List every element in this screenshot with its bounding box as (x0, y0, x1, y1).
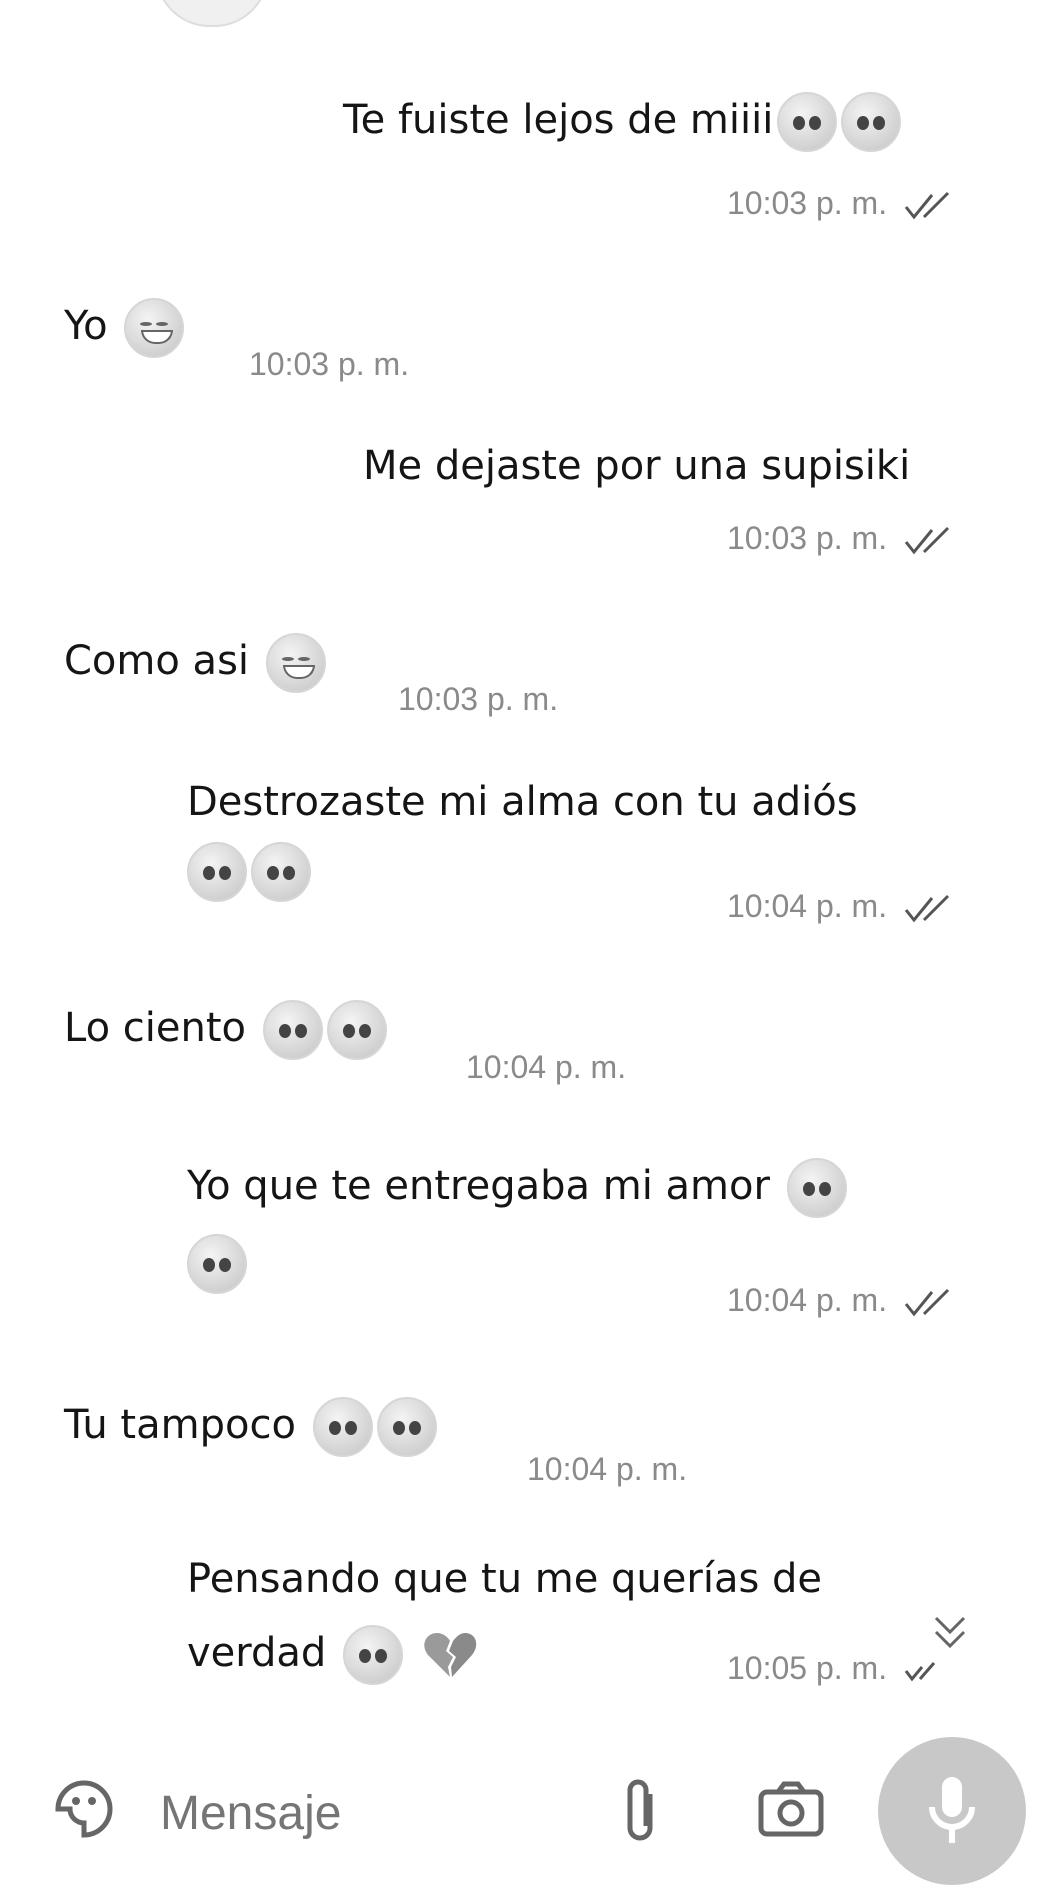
pleading-face-icon (786, 1158, 847, 1218)
message-in-4[interactable]: Tu tampoco (64, 1397, 437, 1457)
message-text: Tu tampoco (64, 1402, 296, 1448)
message-meta: 10:04 p. m. (727, 888, 954, 925)
face-rolling-eyes-icon (312, 1397, 373, 1457)
message-in-2[interactable]: Como asi (64, 633, 326, 693)
message-meta: 10:04 p. m. (727, 1282, 954, 1319)
crying-face-icon (251, 842, 311, 902)
message-time: 10:03 p. m. (727, 520, 888, 556)
message-in-1[interactable]: Yo (64, 298, 185, 358)
message-time: 10:05 p. m. (727, 1650, 888, 1686)
microphone-icon (929, 1777, 975, 1843)
message-in-3[interactable]: Lo ciento (64, 1000, 387, 1060)
camera-icon[interactable] (758, 1780, 824, 1838)
microphone-button[interactable] (878, 1737, 1026, 1885)
grinning-face-icon (124, 298, 185, 358)
message-emojis (183, 842, 311, 902)
grinning-sweat-face-icon (265, 633, 326, 693)
delivered-check-icon (904, 1661, 936, 1681)
message-out-3[interactable]: Destrozaste mi alma con tu adiós (187, 778, 858, 826)
message-time: 10:04 p. m. (727, 888, 888, 924)
double-check-icon (904, 1288, 950, 1316)
crying-face-icon (187, 1234, 247, 1294)
message-text-line2: verdad (187, 1630, 327, 1676)
face-rolling-eyes-icon (187, 842, 247, 902)
double-check-icon (904, 191, 950, 219)
message-out-1[interactable]: Te fuiste lejos de miiii (343, 92, 902, 152)
message-meta: 10:03 p. m. (727, 520, 954, 557)
sticker-icon[interactable] (52, 1777, 116, 1841)
message-emojis (183, 1234, 247, 1294)
message-text-line1: Pensando que tu me querías de (187, 1556, 823, 1602)
message-time: 10:03 p. m. (398, 681, 559, 717)
double-check-icon (904, 894, 950, 922)
message-text: Destrozaste mi alma con tu adiós (187, 779, 858, 825)
tired-face-icon (777, 92, 838, 152)
message-meta: 10:05 p. m. (727, 1650, 944, 1687)
message-text: Me dejaste por una supisiki (363, 443, 911, 489)
message-text: Yo (64, 303, 108, 349)
broken-heart-icon (424, 1633, 476, 1677)
message-meta: 10:03 p. m. (727, 185, 954, 222)
message-time: 10:03 p. m. (727, 185, 888, 221)
pleading-face-icon (841, 92, 902, 152)
message-out-4[interactable]: Yo que te entregaba mi amor (187, 1158, 847, 1218)
message-input[interactable] (158, 1780, 582, 1846)
scroll-down-chevron-icon[interactable] (930, 1612, 970, 1652)
message-text: Como asi (64, 638, 250, 684)
message-time: 10:04 p. m. (727, 1282, 888, 1318)
message-text: Te fuiste lejos de miiii (343, 97, 774, 143)
message-time: 10:03 p. m. (249, 346, 410, 382)
sad-tear-face-icon (326, 1000, 387, 1060)
face-rolling-eyes-icon (343, 1625, 404, 1685)
message-text: Lo ciento (64, 1005, 246, 1051)
double-check-icon (904, 526, 950, 554)
message-out-5-line2: verdad (187, 1625, 480, 1685)
pleading-face-icon (376, 1397, 437, 1457)
paperclip-icon[interactable] (620, 1776, 664, 1844)
message-out-2[interactable]: Me dejaste por una supisiki (363, 442, 910, 490)
message-text: Yo que te entregaba mi amor (187, 1163, 770, 1209)
pleading-face-icon (262, 1000, 323, 1060)
message-out-5[interactable]: Pensando que tu me querías de (187, 1555, 822, 1603)
message-time: 10:04 p. m. (527, 1451, 688, 1487)
contact-avatar[interactable] (155, 0, 269, 27)
message-time: 10:04 p. m. (466, 1049, 627, 1085)
